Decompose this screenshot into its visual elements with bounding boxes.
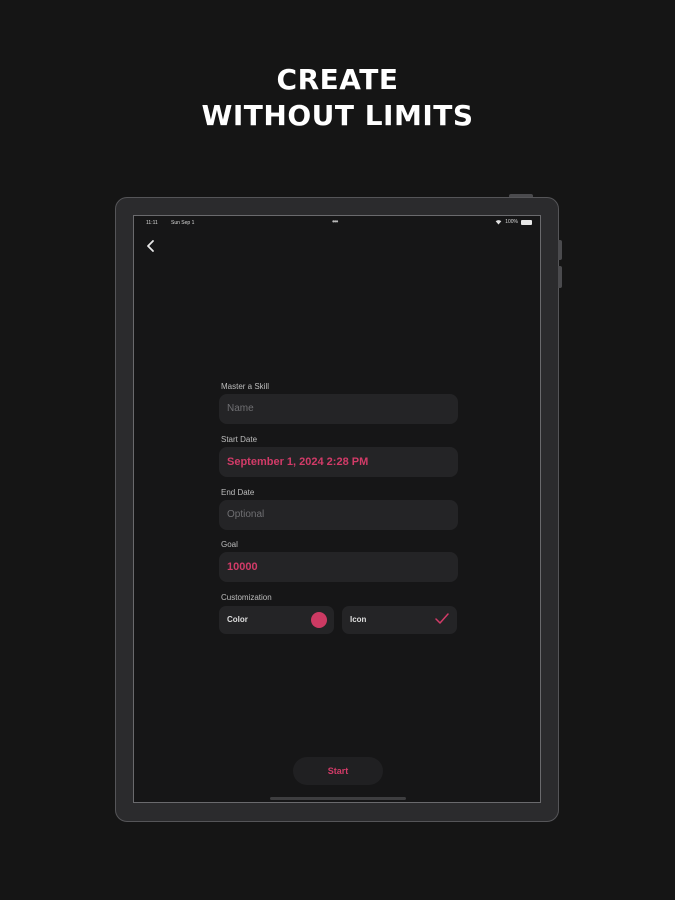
status-right: 100% [495, 219, 532, 225]
goal-label: Goal [221, 540, 238, 549]
start-button[interactable]: Start [293, 757, 383, 785]
promo-headline: CREATE WITHOUT LIMITS [0, 62, 675, 134]
multitasking-dots-icon: ••• [332, 217, 338, 226]
chevron-left-icon[interactable] [144, 238, 158, 254]
icon-label: Icon [350, 615, 367, 624]
headline-line-2: WITHOUT LIMITS [201, 99, 474, 132]
status-time: 11:11 [146, 220, 158, 226]
tablet-volume-down-button [558, 266, 562, 288]
color-picker-button[interactable]: Color [219, 606, 334, 634]
home-indicator [270, 797, 406, 800]
name-input[interactable]: Name [219, 394, 458, 424]
checkmark-icon [435, 613, 449, 624]
battery-percent: 100% [505, 219, 518, 225]
end-date-label: End Date [221, 488, 255, 497]
wifi-icon [495, 220, 502, 225]
app-screen: 11:11 Sun Sep 1 ••• 100% Master a Skill … [133, 215, 541, 803]
goal-input[interactable]: 10000 [219, 552, 458, 582]
tablet-volume-up-button [558, 240, 562, 260]
start-date-picker[interactable]: September 1, 2024 2:28 PM [219, 447, 458, 477]
color-label: Color [227, 615, 248, 624]
status-bar: 11:11 Sun Sep 1 ••• 100% [134, 216, 540, 230]
battery-icon [521, 219, 532, 225]
end-date-input[interactable]: Optional [219, 500, 458, 530]
start-date-label: Start Date [221, 435, 258, 444]
headline-line-1: CREATE [276, 63, 399, 96]
status-date: Sun Sep 1 [171, 220, 195, 226]
icon-picker-button[interactable]: Icon [342, 606, 457, 634]
color-swatch [311, 612, 327, 628]
skill-label: Master a Skill [221, 382, 270, 391]
customization-label: Customization [221, 593, 272, 602]
